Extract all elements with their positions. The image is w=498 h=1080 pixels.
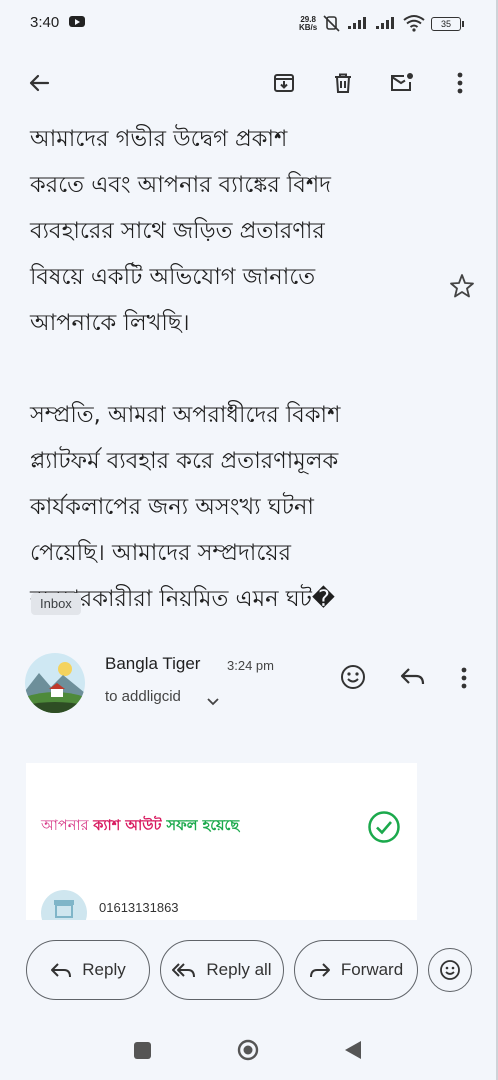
more-vert-icon	[461, 667, 467, 689]
mark-unread-icon	[391, 73, 413, 91]
reply-all-button[interactable]: Reply all	[160, 940, 284, 1000]
inbox-label-chip[interactable]: Inbox	[31, 593, 81, 615]
reply-all-label: Reply all	[206, 960, 272, 979]
success-check-icon	[367, 810, 401, 848]
back-arrow-icon	[29, 74, 50, 92]
archive-icon	[274, 74, 294, 92]
home-nav-button[interactable]	[237, 1039, 259, 1061]
archive-button[interactable]	[267, 66, 301, 100]
recents-nav-button[interactable]	[134, 1042, 151, 1059]
forward-icon	[309, 963, 330, 978]
recipient-expand-button[interactable]	[207, 692, 219, 711]
forward-label: Forward	[340, 960, 404, 979]
signal-1-icon	[348, 17, 366, 29]
sender-name: Bangla Tiger	[105, 654, 201, 673]
status-bar: 3:40 29.8 KB/s 35	[0, 0, 498, 50]
reply-quick-button[interactable]	[399, 664, 427, 694]
battery-indicator: 35	[431, 17, 464, 31]
delete-icon	[335, 73, 351, 93]
back-button[interactable]	[22, 66, 56, 100]
network-speed: 29.8 KB/s	[299, 15, 318, 32]
recipient-details[interactable]: to addligcid	[105, 688, 181, 705]
email-body-text: আমাদের গভীর উদ্বেগ প্রকাশ করতে এবং আপনার…	[30, 126, 341, 612]
add-reaction-button[interactable]	[338, 662, 368, 696]
reply-button[interactable]: Reply	[26, 940, 150, 1000]
reply-all-icon	[172, 963, 196, 978]
reply-label: Reply	[82, 960, 126, 979]
home-circle-icon	[237, 1039, 259, 1061]
delete-button[interactable]	[326, 66, 360, 100]
chevron-down-icon	[207, 698, 219, 706]
wifi-icon	[403, 15, 425, 32]
star-button[interactable]	[449, 273, 475, 303]
more-options-button[interactable]	[443, 66, 477, 100]
sender-more-button[interactable]	[461, 667, 467, 693]
vibrate-mute-icon	[323, 15, 340, 32]
reply-icon	[400, 668, 425, 685]
sent-time: 3:24 pm	[227, 658, 274, 673]
store-icon	[41, 890, 87, 920]
status-time: 3:40	[30, 14, 60, 31]
emoji-icon	[440, 960, 460, 980]
signal-2-icon	[376, 17, 394, 29]
landscape-avatar-icon	[25, 653, 85, 713]
youtube-notification-icon	[69, 16, 85, 27]
cashout-message: আপনার ক্যাশ আউট সফল হয়েছে	[41, 818, 240, 834]
sender-avatar[interactable]	[25, 653, 85, 713]
react-emoji-button[interactable]	[428, 948, 472, 992]
star-icon	[450, 274, 474, 298]
card-footer: 01613131863	[26, 883, 417, 920]
emoji-icon	[341, 665, 365, 689]
reply-icon	[51, 963, 72, 978]
card-phone-number: 01613131863	[99, 900, 179, 915]
email-html-card: আপনার ক্যাশ আউট সফল হয়েছে 01613131863	[26, 763, 417, 920]
more-vert-icon	[457, 72, 463, 94]
back-triangle-icon	[345, 1041, 361, 1059]
forward-button[interactable]: Forward	[294, 940, 418, 1000]
mark-unread-button[interactable]	[385, 66, 419, 100]
back-nav-button[interactable]	[344, 1040, 362, 1064]
